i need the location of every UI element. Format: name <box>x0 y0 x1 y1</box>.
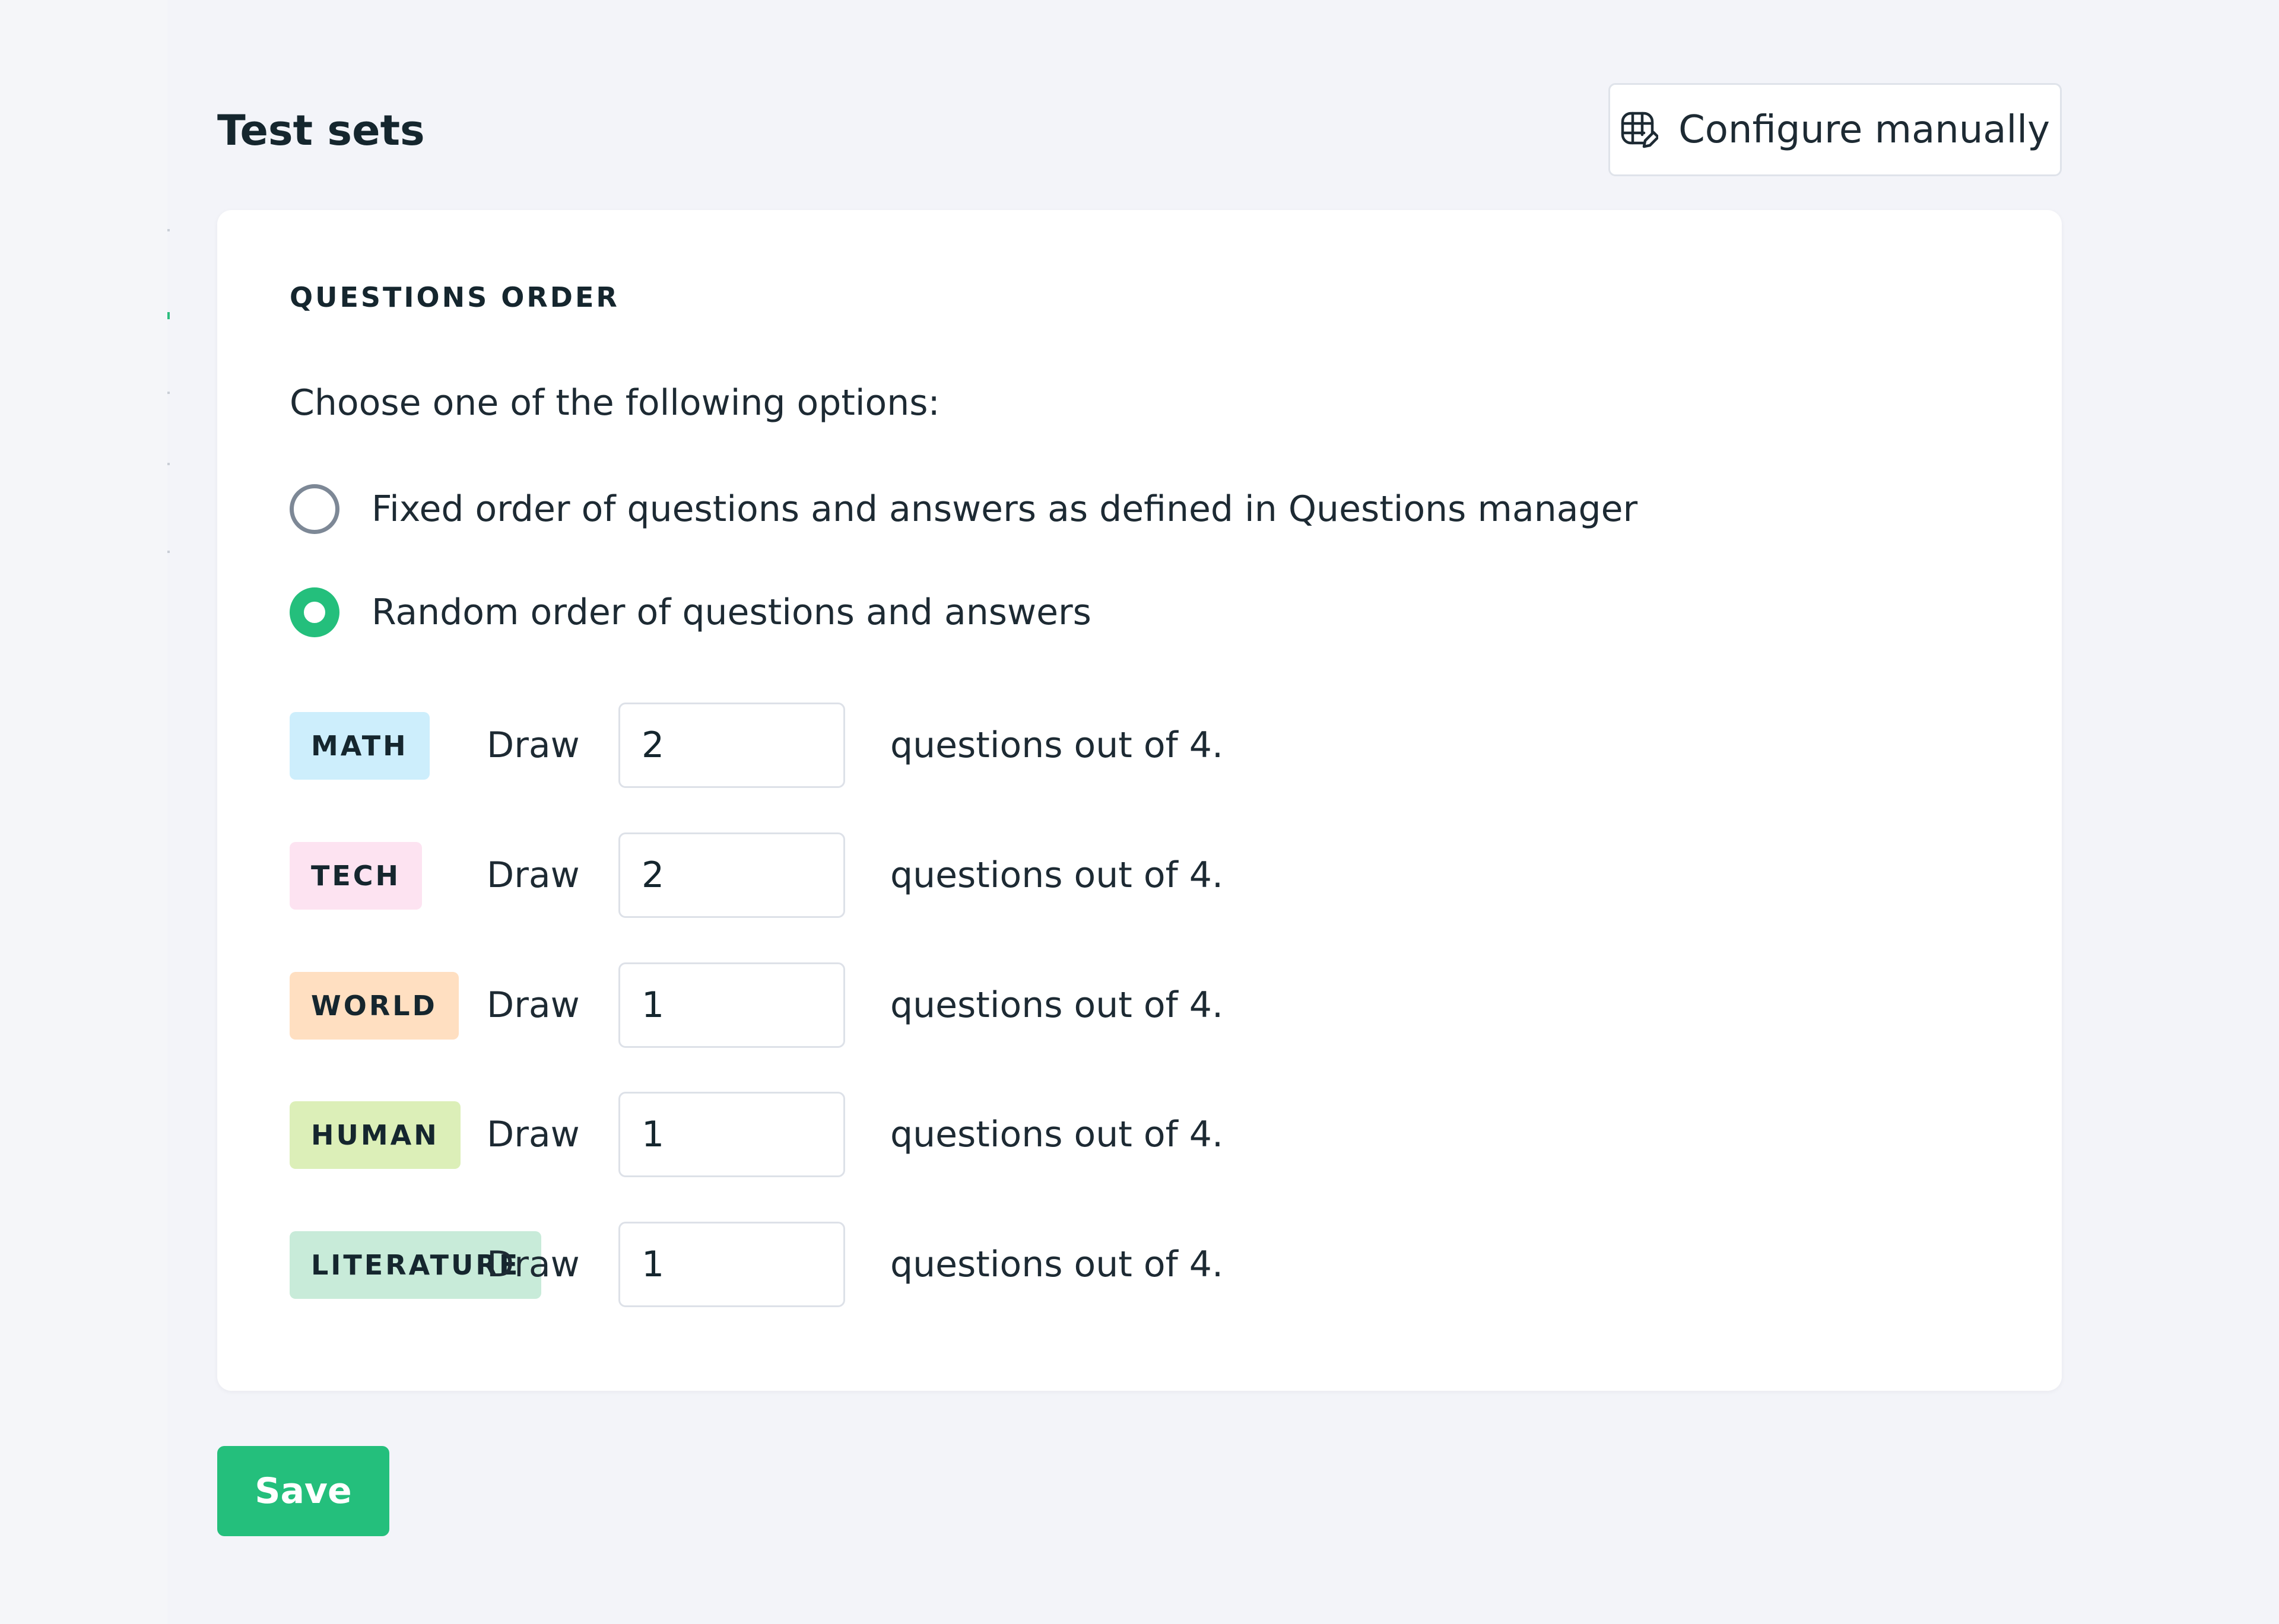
save-button[interactable]: Save <box>217 1446 389 1536</box>
section-title: QUESTIONS ORDER <box>290 281 620 313</box>
grid-edit-icon <box>1620 111 1660 149</box>
category-tag: WORLD <box>290 972 459 1040</box>
draw-row-literature: LITERATURE Draw questions out of 4. <box>290 1222 1951 1307</box>
draw-row-math: MATH Draw questions out of 4. <box>290 703 1951 788</box>
draw-suffix: questions out of 4. <box>890 1114 1224 1155</box>
draw-row-tech: TECH Draw questions out of 4. <box>290 832 1951 918</box>
draw-count-input-human[interactable] <box>618 1092 845 1177</box>
configure-manually-button[interactable]: Configure manually <box>1608 83 2062 176</box>
option-label: Random order of questions and answers <box>372 592 1091 633</box>
draw-suffix: questions out of 4. <box>890 724 1224 766</box>
draw-label: Draw <box>487 724 580 766</box>
sidebar-marker <box>167 463 170 465</box>
questions-order-card: QUESTIONS ORDER Choose one of the follow… <box>217 210 2062 1391</box>
category-tag: TECH <box>290 842 423 910</box>
draw-count-input-math[interactable] <box>618 703 845 788</box>
option-label: Fixed order of questions and answers as … <box>372 488 1638 530</box>
radio-fixed-order[interactable] <box>290 484 339 534</box>
draw-count-input-literature[interactable] <box>618 1222 845 1307</box>
sidebar-marker <box>167 551 170 553</box>
draw-count-input-tech[interactable] <box>618 832 845 918</box>
draw-suffix: questions out of 4. <box>890 854 1224 896</box>
draw-count-input-world[interactable] <box>618 962 845 1048</box>
draw-label: Draw <box>487 984 580 1026</box>
page-title: Test sets <box>217 106 425 155</box>
category-tag: HUMAN <box>290 1101 461 1169</box>
draw-row-world: WORLD Draw questions out of 4. <box>290 962 1951 1048</box>
sidebar-marker <box>167 392 170 394</box>
option-fixed-order[interactable]: Fixed order of questions and answers as … <box>290 484 1637 534</box>
configure-manually-label: Configure manually <box>1678 107 2050 152</box>
draw-suffix: questions out of 4. <box>890 1244 1224 1285</box>
option-random-order[interactable]: Random order of questions and answers <box>290 587 1091 637</box>
instructions-text: Choose one of the following options: <box>290 382 940 424</box>
left-sidebar-edge <box>0 0 167 1624</box>
draw-label: Draw <box>487 1244 580 1285</box>
draw-label: Draw <box>487 1114 580 1155</box>
draw-suffix: questions out of 4. <box>890 984 1224 1026</box>
draw-row-human: HUMAN Draw questions out of 4. <box>290 1092 1951 1177</box>
radio-random-order[interactable] <box>290 587 339 637</box>
category-tag: MATH <box>290 712 430 780</box>
sidebar-active-marker <box>167 312 170 319</box>
sidebar-marker <box>167 229 170 231</box>
draw-label: Draw <box>487 854 580 896</box>
